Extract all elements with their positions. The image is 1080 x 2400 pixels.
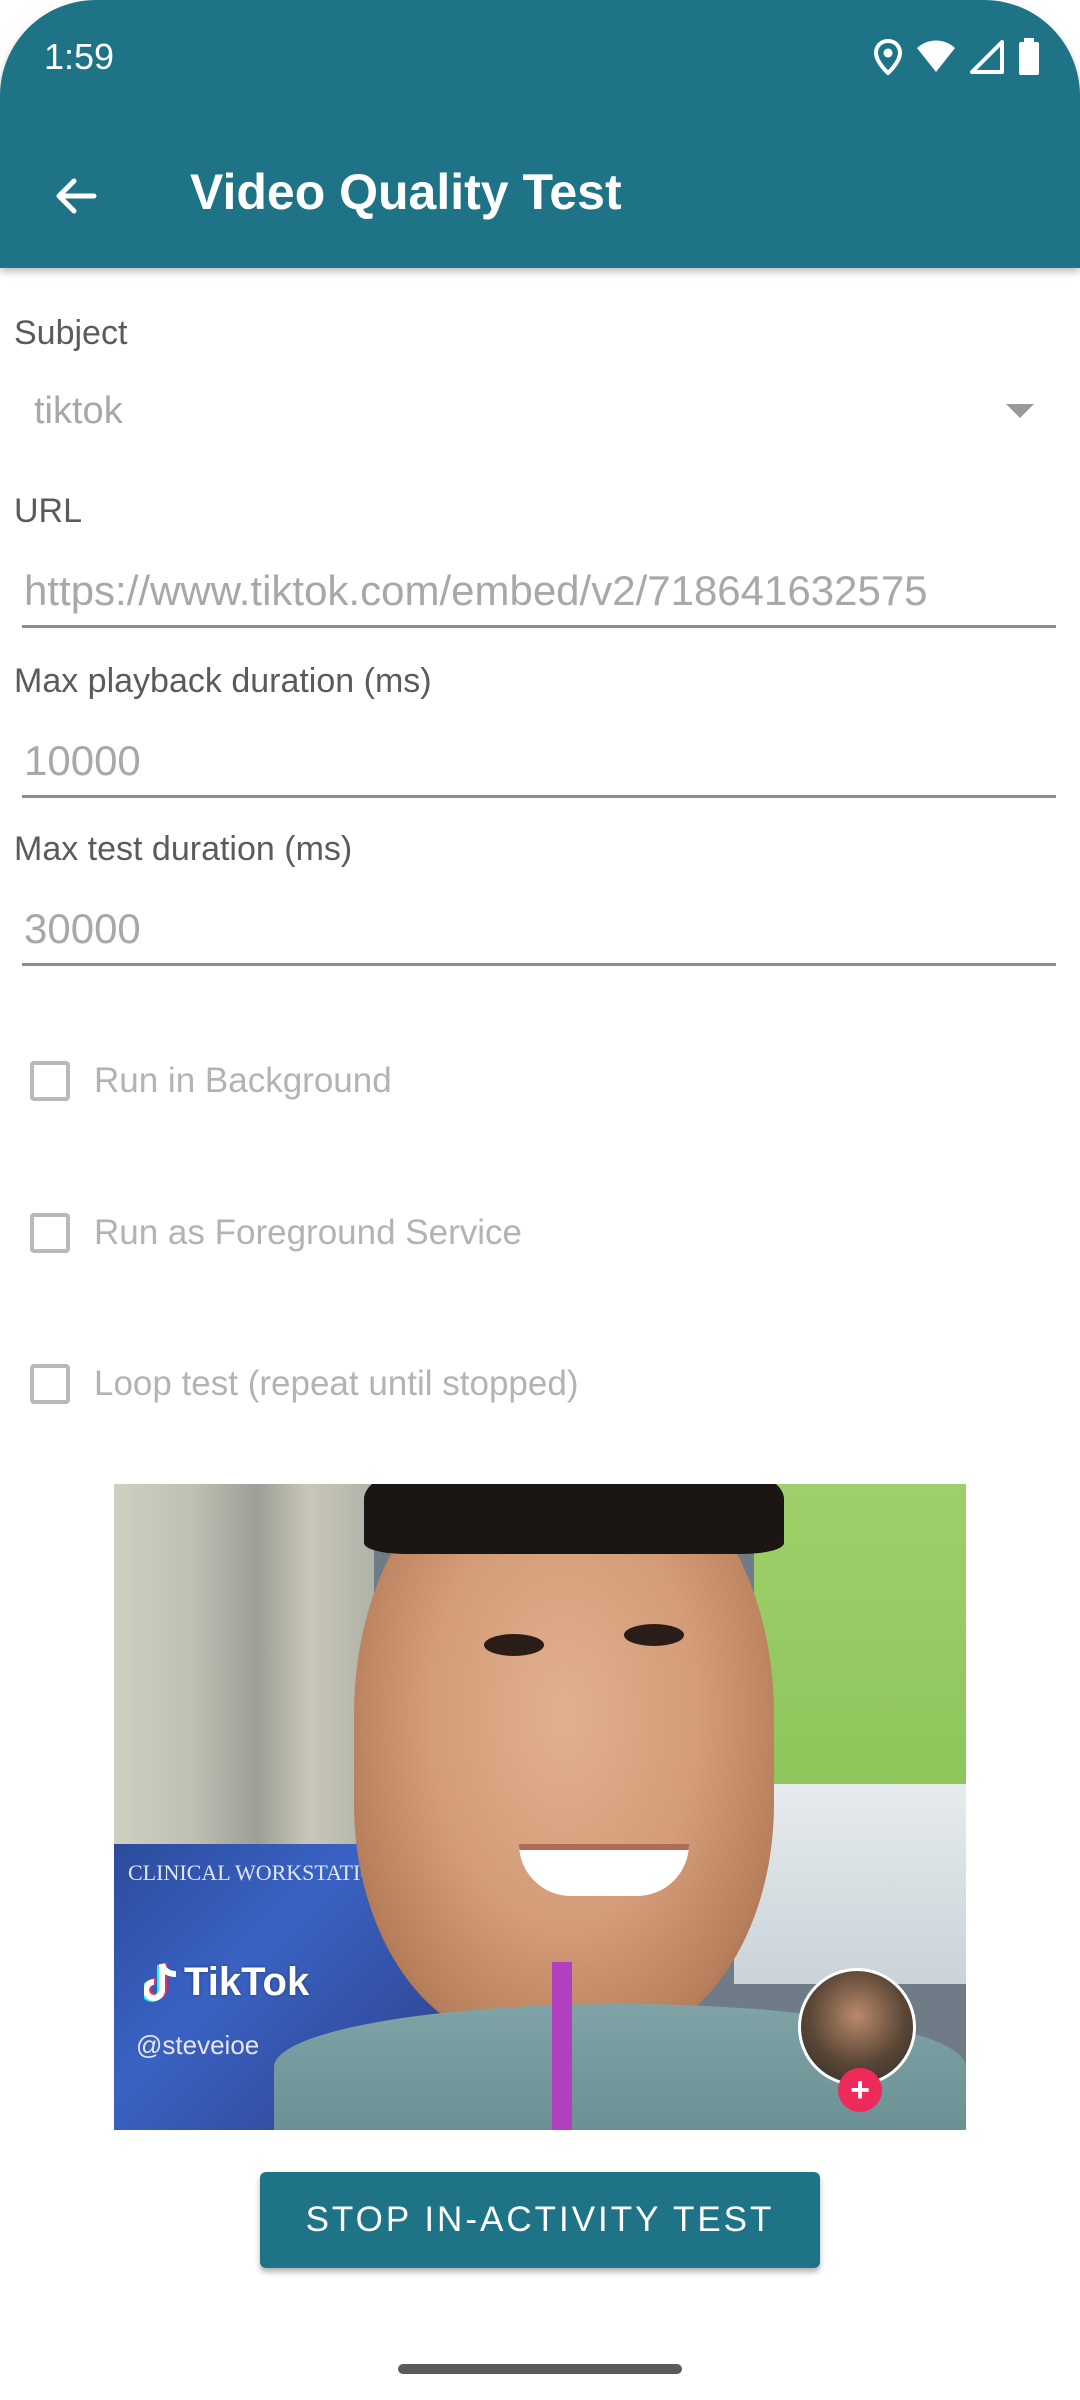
video-person-face — [354, 1484, 774, 2044]
arrow-back-icon — [56, 178, 97, 214]
tiktok-note-icon — [144, 1962, 177, 2002]
tiktok-brand: TikTok — [184, 1960, 310, 2004]
max-playback-input[interactable] — [22, 732, 1056, 798]
max-playback-label: Max playback duration (ms) — [14, 662, 432, 700]
checkbox-label: Loop test (repeat until stopped) — [94, 1364, 579, 1403]
run-in-background-checkbox[interactable]: Run in Background — [30, 1051, 392, 1111]
video-straw — [552, 1962, 572, 2130]
video-person-hair — [364, 1484, 784, 1554]
video-person-eye — [484, 1634, 544, 1656]
checkbox-box[interactable] — [30, 1061, 70, 1101]
subject-label: Subject — [14, 314, 128, 352]
back-button[interactable] — [40, 160, 112, 232]
tiktok-handle: @steveioe — [136, 2030, 260, 2060]
signal-icon — [970, 40, 1004, 74]
subject-dropdown[interactable]: tiktok — [14, 380, 1034, 452]
subject-value: tiktok — [34, 390, 123, 432]
checkbox-label: Run in Background — [94, 1061, 392, 1100]
dropdown-arrow-icon — [1006, 404, 1034, 418]
max-test-input[interactable] — [22, 900, 1056, 966]
monitor-text: CLINICAL WORKSTATION — [128, 1860, 393, 1885]
url-label: URL — [14, 492, 83, 530]
video-player[interactable]: CLINICAL WORKSTATION TikTok @steveioe + — [114, 1484, 966, 2130]
wifi-icon — [916, 40, 956, 74]
url-input[interactable] — [22, 562, 1056, 628]
status-time: 1:59 — [44, 36, 115, 77]
checkbox-label: Run as Foreground Service — [94, 1213, 522, 1252]
page-title: Video Quality Test — [190, 164, 622, 220]
tiktok-watermark: TikTok — [144, 1960, 309, 2005]
stop-test-button[interactable]: STOP IN-ACTIVITY TEST — [260, 2172, 820, 2268]
battery-icon — [1018, 38, 1040, 76]
location-icon — [874, 39, 902, 75]
follow-plus-icon[interactable]: + — [838, 2068, 882, 2112]
video-person-eye — [624, 1624, 684, 1646]
loop-test-checkbox[interactable]: Loop test (repeat until stopped) — [30, 1354, 578, 1414]
status-icons — [874, 38, 1040, 76]
max-test-label: Max test duration (ms) — [14, 830, 353, 868]
checkbox-box[interactable] — [30, 1213, 70, 1253]
app-header: 1:59 Video Quality Test — [0, 0, 1080, 268]
run-as-foreground-service-checkbox[interactable]: Run as Foreground Service — [30, 1203, 522, 1263]
checkbox-box[interactable] — [30, 1364, 70, 1404]
video-person-mouth — [519, 1844, 689, 1896]
home-indicator[interactable] — [398, 2364, 682, 2374]
screen: 1:59 Video Quality Test Subject tiktok U… — [0, 0, 1080, 2400]
